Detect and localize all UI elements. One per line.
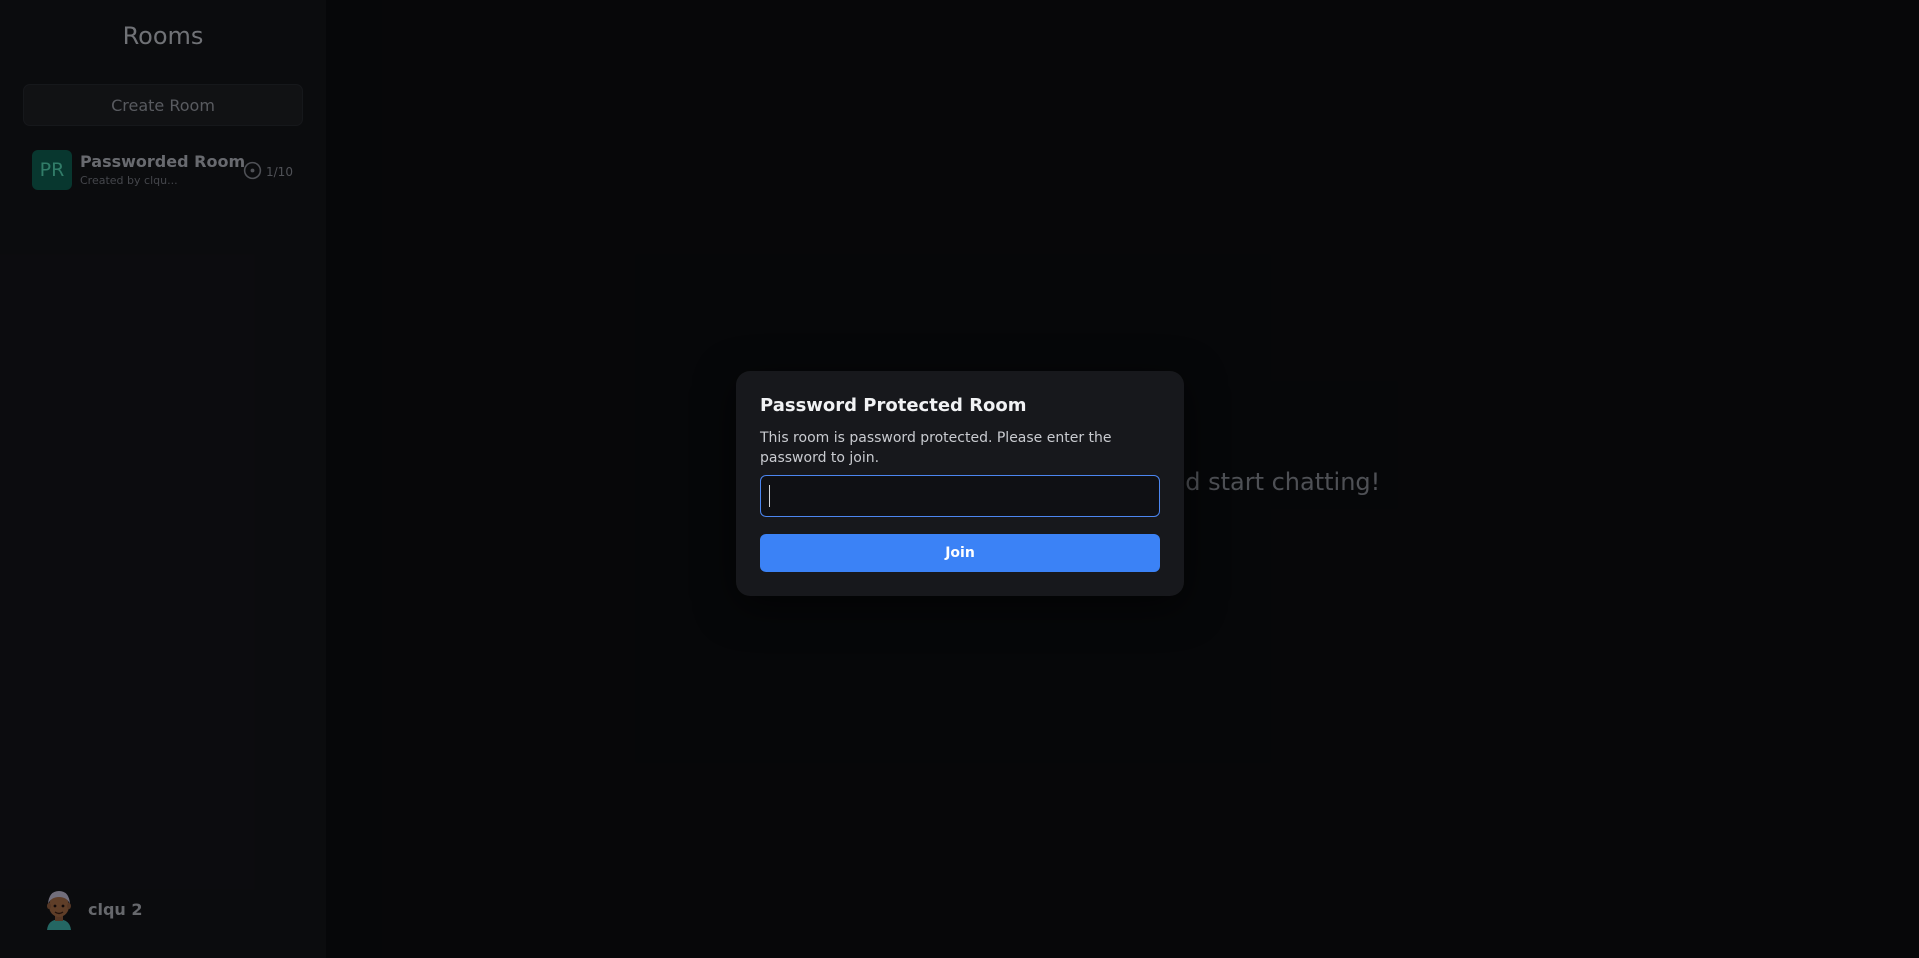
password-input[interactable]: [760, 475, 1160, 517]
password-dialog: Password Protected Room This room is pas…: [736, 371, 1184, 596]
dialog-description: This room is password protected. Please …: [760, 430, 1112, 466]
app-root: Rooms Create Room PR Passworded Room Cre…: [0, 0, 1919, 958]
join-button[interactable]: Join: [760, 534, 1160, 572]
text-caret: [769, 485, 770, 507]
dialog-title: Password Protected Room: [760, 395, 1027, 416]
